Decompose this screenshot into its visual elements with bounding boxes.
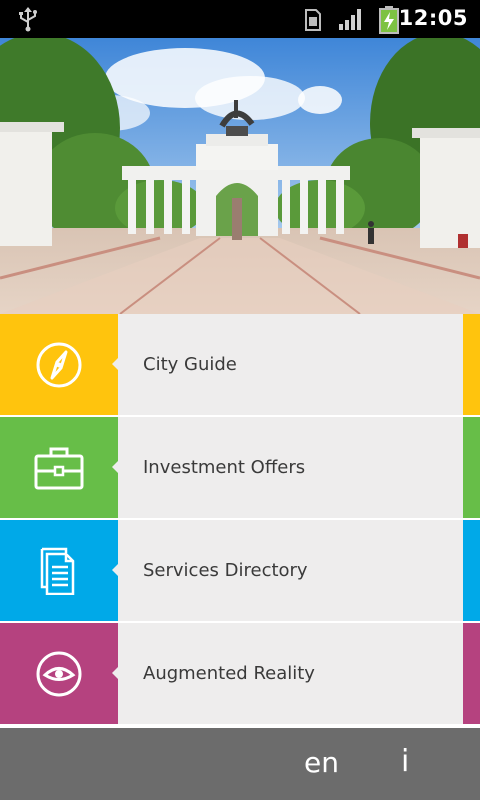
compass-icon [36, 342, 82, 388]
documents-icon [40, 547, 75, 595]
services-directory-tile [0, 520, 118, 621]
row-notch [112, 667, 118, 679]
menu-item-city-guide[interactable]: City Guide [0, 314, 480, 415]
menu-item-label: Services Directory [143, 560, 308, 581]
menu-item-investment-offers[interactable]: Investment Offers [0, 417, 480, 518]
row-notch [112, 564, 118, 576]
menu-item-label: Augmented Reality [143, 663, 315, 684]
briefcase-icon [34, 447, 84, 490]
info-button[interactable]: i [401, 744, 409, 779]
row-notch [112, 461, 118, 473]
services-directory-panel: Services Directory [118, 520, 463, 621]
city-guide-panel: City Guide [118, 314, 463, 415]
status-bar: 12:05 [0, 0, 480, 38]
row-accent-stripe [463, 623, 480, 724]
signal-icon [339, 9, 361, 30]
status-time: 12:05 [398, 6, 468, 30]
city-guide-tile [0, 314, 118, 415]
investment-offers-panel: Investment Offers [118, 417, 463, 518]
language-button[interactable]: en [304, 746, 339, 779]
augmented-reality-panel: Augmented Reality [118, 623, 463, 724]
usb-icon [19, 7, 37, 32]
menu-item-augmented-reality[interactable]: Augmented Reality [0, 623, 480, 724]
investment-offers-tile [0, 417, 118, 518]
bottom-bar: en i [0, 728, 480, 800]
battery-charging-icon [379, 6, 399, 34]
menu-item-label: Investment Offers [143, 457, 306, 478]
menu-item-services-directory[interactable]: Services Directory [0, 520, 480, 621]
eye-icon [36, 651, 82, 697]
row-accent-stripe [463, 314, 480, 415]
menu-item-label: City Guide [143, 354, 237, 375]
augmented-reality-tile [0, 623, 118, 724]
row-accent-stripe [463, 520, 480, 621]
row-accent-stripe [463, 417, 480, 518]
hero-image [0, 38, 480, 314]
hero-photo [0, 38, 480, 314]
sim-icon [305, 9, 321, 31]
row-notch [112, 358, 118, 370]
